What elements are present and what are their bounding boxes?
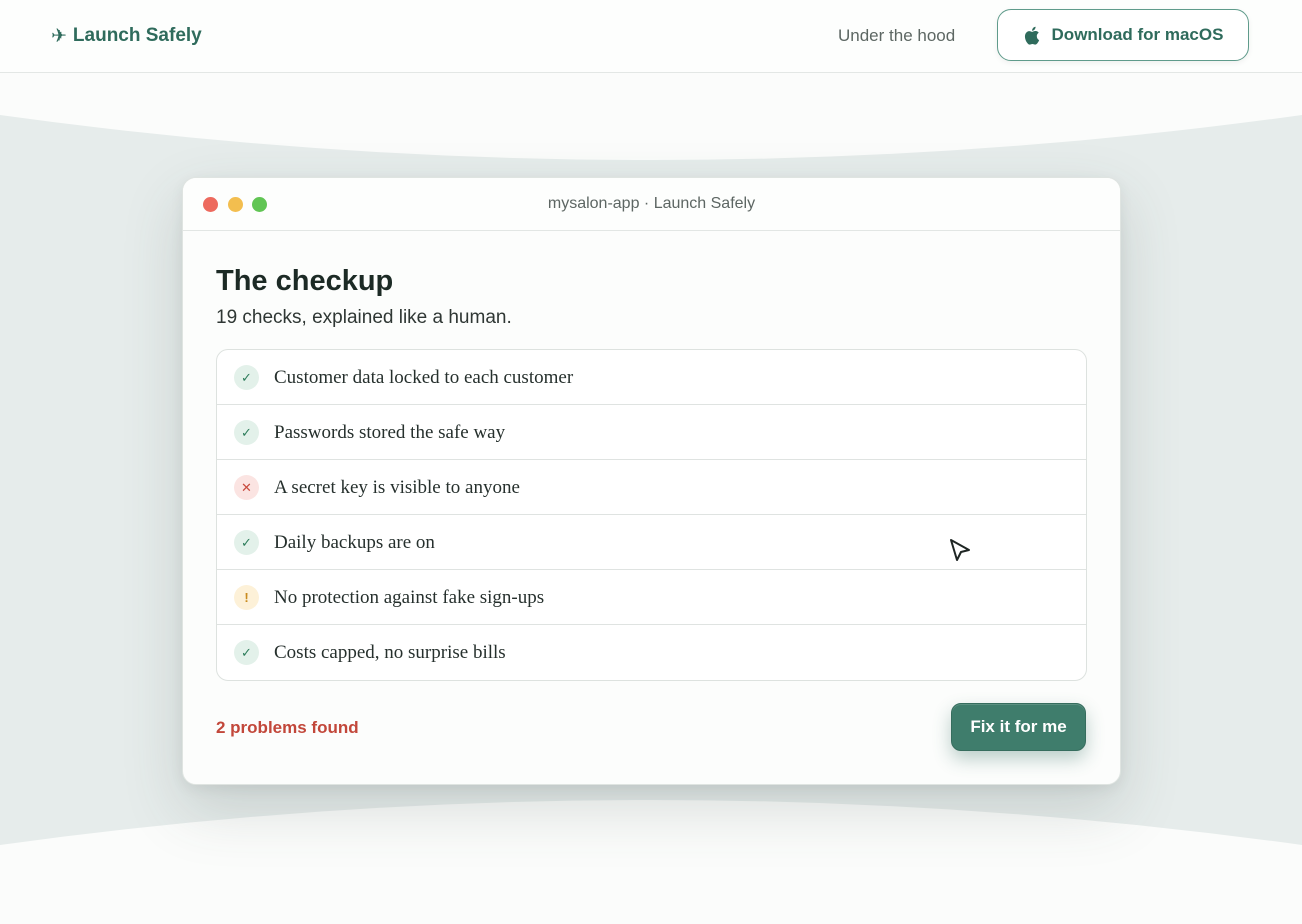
check-label: Daily backups are on bbox=[274, 532, 435, 553]
page-title: The checkup bbox=[216, 265, 394, 297]
check-row[interactable]: ✓ Costs capped, no surprise bills bbox=[217, 625, 1086, 680]
check-row[interactable]: ✕ A secret key is visible to anyone bbox=[217, 460, 1086, 515]
check-row[interactable]: ✓ Customer data locked to each customer bbox=[217, 350, 1086, 405]
top-nav: ✈ Launch Safely Under the hood Download … bbox=[0, 0, 1302, 73]
window-titlebar: mysalon-app · Launch Safely bbox=[183, 178, 1120, 231]
airplane-icon: ✈ bbox=[51, 25, 67, 47]
brand-logo-link[interactable]: ✈ Launch Safely bbox=[51, 24, 202, 48]
check-pass-icon: ✓ bbox=[234, 420, 259, 445]
page-subtitle: 19 checks, explained like a human. bbox=[216, 307, 512, 328]
check-label: Customer data locked to each customer bbox=[274, 367, 574, 388]
check-row[interactable]: ✓ Passwords stored the safe way bbox=[217, 405, 1086, 460]
check-fail-icon: ✕ bbox=[234, 475, 259, 500]
problems-summary: 2 problems found bbox=[216, 718, 359, 737]
fix-it-button[interactable]: Fix it for me bbox=[951, 703, 1086, 751]
window-title: mysalon-app · Launch Safely bbox=[547, 195, 756, 212]
check-label: A secret key is visible to anyone bbox=[274, 477, 520, 498]
check-label: Passwords stored the safe way bbox=[274, 422, 506, 443]
under-the-hood-link[interactable]: Under the hood bbox=[838, 26, 955, 46]
check-list: ✓ Customer data locked to each customer … bbox=[216, 349, 1087, 681]
app-window: mysalon-app · Launch Safely The checkup … bbox=[182, 177, 1121, 785]
download-macos-button[interactable]: Download for macOS bbox=[997, 9, 1249, 61]
download-label: Download for macOS bbox=[1051, 25, 1224, 44]
brand-name: Launch Safely bbox=[72, 25, 202, 46]
check-pass-icon: ✓ bbox=[234, 365, 259, 390]
check-pass-icon: ✓ bbox=[234, 530, 259, 555]
mouse-cursor-icon bbox=[950, 539, 970, 561]
check-pass-icon: ✓ bbox=[234, 640, 259, 665]
check-label: No protection against fake sign-ups bbox=[274, 587, 545, 608]
check-warning-icon: ! bbox=[234, 585, 259, 610]
apple-icon bbox=[1024, 26, 1039, 45]
check-row[interactable]: ! No protection against fake sign-ups bbox=[217, 570, 1086, 625]
check-label: Costs capped, no surprise bills bbox=[274, 642, 506, 663]
